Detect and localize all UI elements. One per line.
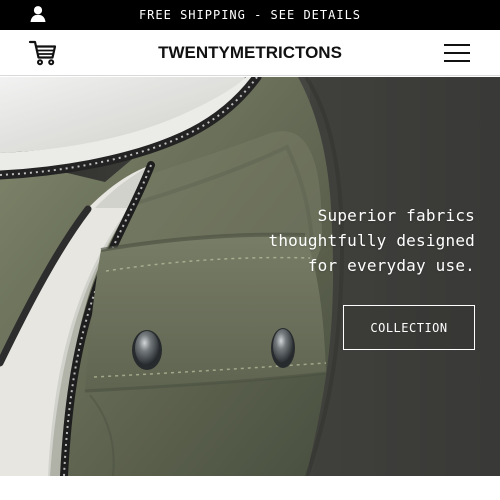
hero-headline-line-2: thoughtfully designed <box>268 231 475 250</box>
site-logo: TWENTYMETRICTONS <box>0 42 500 64</box>
hero-headline-line-1: Superior fabrics <box>317 206 475 225</box>
site-header: TWENTYMETRICTONS <box>0 30 500 76</box>
hamburger-menu-icon[interactable] <box>444 43 470 63</box>
storefront-page: FREE SHIPPING - SEE DETAILS TWENTYMETRIC… <box>0 0 500 500</box>
hero-headline-line-3: for everyday use. <box>307 256 475 275</box>
free-shipping-link[interactable]: FREE SHIPPING - SEE DETAILS <box>139 8 361 22</box>
hero-banner: Superior fabrics thoughtfully designed f… <box>0 77 500 476</box>
announcement-bar: FREE SHIPPING - SEE DETAILS <box>0 0 500 30</box>
logo-link[interactable]: TWENTYMETRICTONS <box>158 43 342 62</box>
page-white-space <box>0 476 500 500</box>
user-icon[interactable] <box>29 5 47 23</box>
collection-button[interactable]: COLLECTION <box>343 305 475 350</box>
hero-headline: Superior fabrics thoughtfully designed f… <box>220 203 475 278</box>
